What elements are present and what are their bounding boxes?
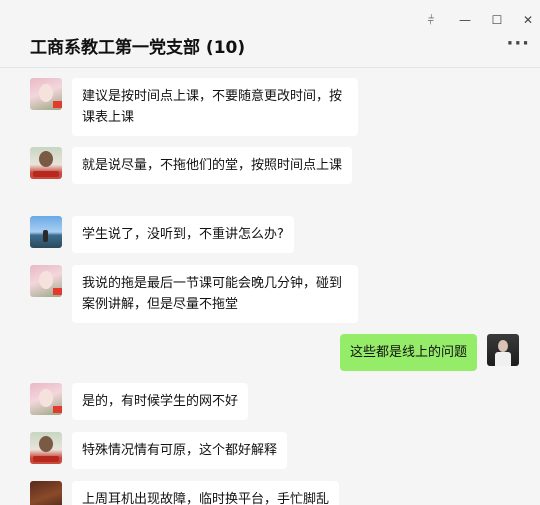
avatar[interactable]: [30, 481, 62, 505]
minimize-icon[interactable]: —: [454, 10, 476, 30]
maximize-icon[interactable]: ☐: [486, 10, 508, 30]
message-row: 就是说尽量，不拖他们的堂，按照时间点上课: [30, 147, 362, 184]
avatar[interactable]: [30, 432, 62, 464]
message-bubble[interactable]: 是的，有时候学生的网不好: [72, 383, 249, 420]
close-icon[interactable]: ✕: [517, 10, 539, 30]
message-row: 这些都是线上的问题: [330, 334, 519, 371]
avatar[interactable]: [30, 78, 62, 110]
message-row: 建议是按时间点上课，不要随意更改时间，按课表上课: [30, 78, 368, 136]
message-bubble[interactable]: 学生说了，没听到，不重讲怎么办?: [72, 216, 294, 253]
message-bubble[interactable]: 这些都是线上的问题: [339, 334, 477, 371]
chat-header: 工商系教工第一党支部 (10) ⫩ — ☐ ✕ ···: [0, 0, 540, 68]
message-row: 上周耳机出现故障，临时换平台，手忙脚乱: [30, 481, 349, 505]
chat-title: 工商系教工第一党支部 (10): [30, 38, 246, 58]
avatar[interactable]: [30, 383, 62, 415]
message-bubble[interactable]: 上周耳机出现故障，临时换平台，手忙脚乱: [72, 481, 340, 505]
avatar[interactable]: [30, 147, 62, 179]
avatar[interactable]: [30, 265, 62, 297]
message-bubble[interactable]: 特殊情况情有可原，这个都好解释: [72, 432, 288, 469]
message-bubble[interactable]: 就是说尽量，不拖他们的堂，按照时间点上课: [72, 147, 353, 184]
message-row: 学生说了，没听到，不重讲怎么办?: [30, 216, 304, 253]
message-bubble[interactable]: 建议是按时间点上课，不要随意更改时间，按课表上课: [72, 78, 358, 136]
message-row: 特殊情况情有可原，这个都好解释: [30, 432, 297, 469]
avatar[interactable]: [30, 216, 62, 248]
more-options-icon[interactable]: ···: [506, 33, 530, 54]
message-row: 我说的拖是最后一节课可能会晚几分钟，碰到案例讲解，但是尽量不拖堂: [30, 265, 368, 323]
avatar[interactable]: [487, 334, 519, 366]
pin-icon[interactable]: ⫩: [420, 10, 442, 30]
message-bubble[interactable]: 我说的拖是最后一节课可能会晚几分钟，碰到案例讲解，但是尽量不拖堂: [72, 265, 358, 323]
message-row: 是的，有时候学生的网不好: [30, 383, 258, 420]
